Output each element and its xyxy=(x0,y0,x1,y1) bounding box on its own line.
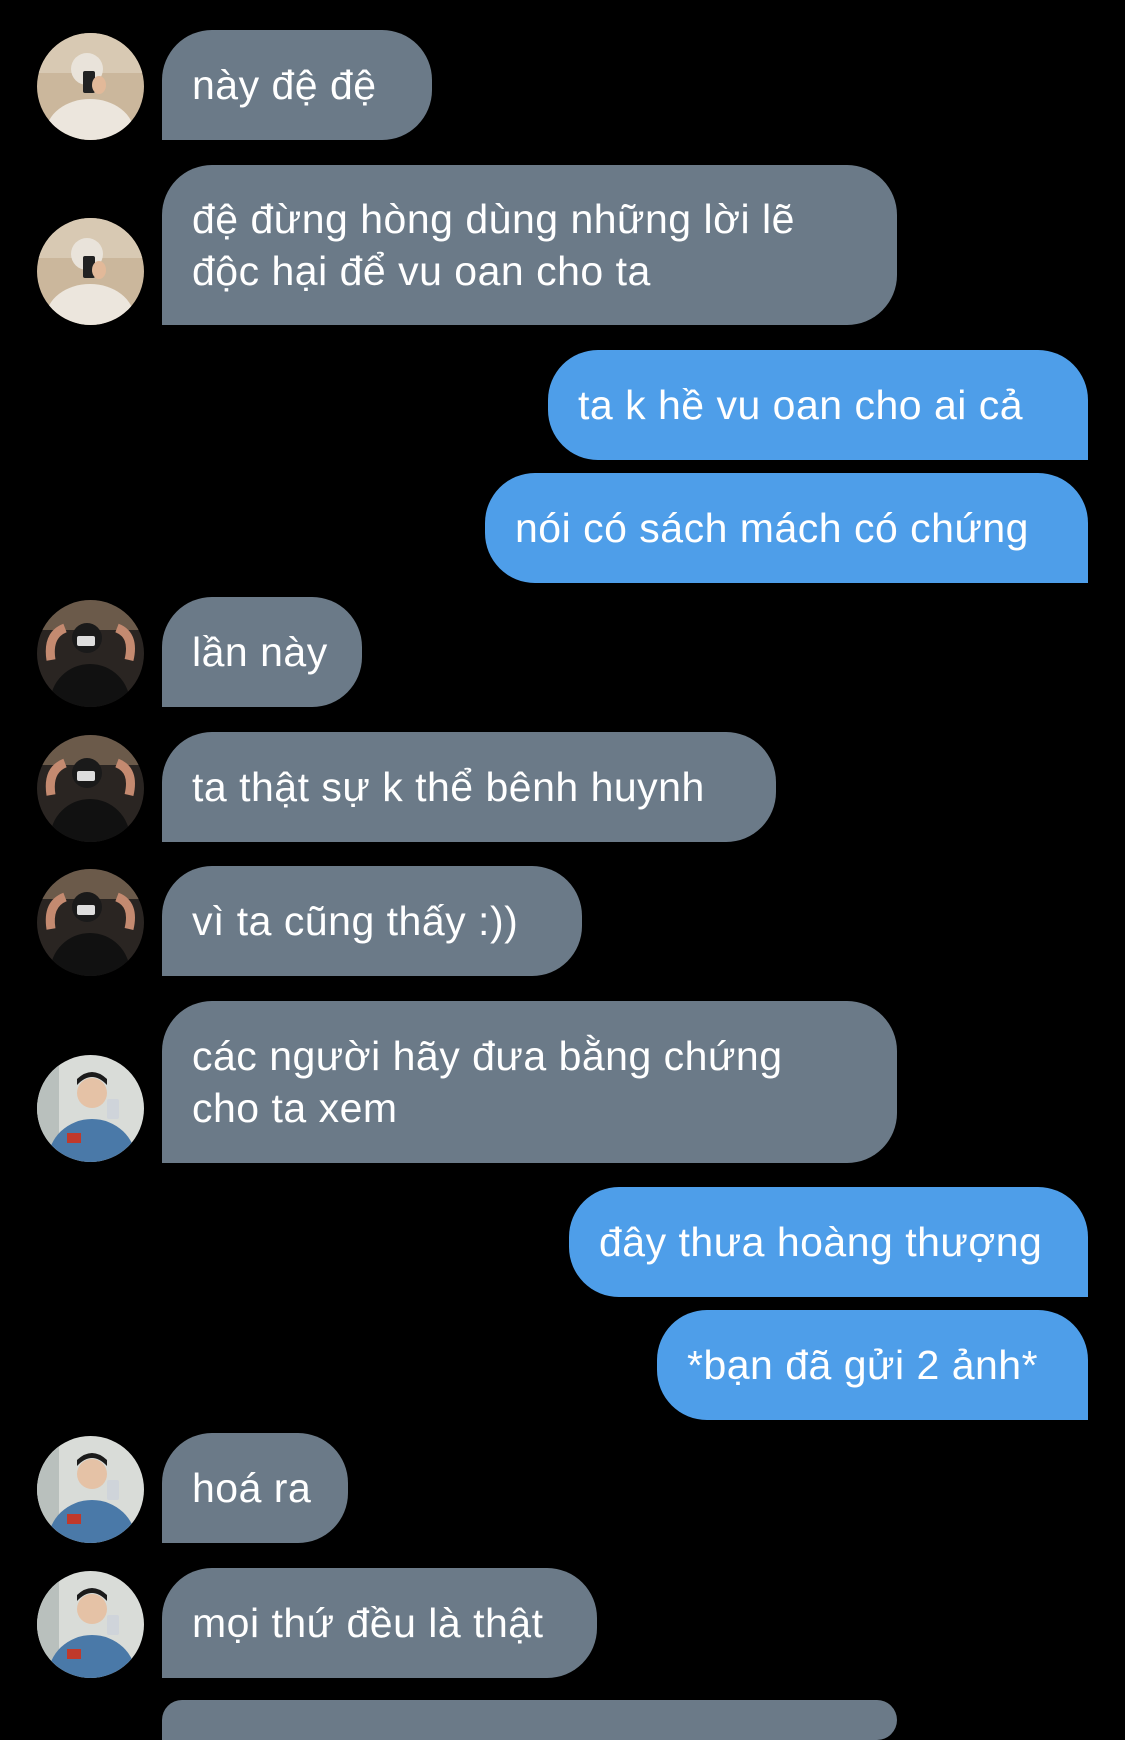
message-text: hoá ra xyxy=(192,1465,312,1511)
message-text: đệ đừng hòng dùng những lời lẽ độc hại đ… xyxy=(192,196,795,294)
message-text: vì ta cũng thấy :)) xyxy=(192,898,519,944)
avatar[interactable] xyxy=(37,1055,144,1162)
message-text: lần này xyxy=(192,629,328,675)
message-bubble-outgoing[interactable]: nói có sách mách có chứng xyxy=(485,473,1088,583)
message-text: ta thật sự k thể bênh huynh xyxy=(192,764,705,810)
message-bubble-incoming[interactable]: lần này xyxy=(162,597,362,707)
message-row: mọi thứ đều là thật xyxy=(0,1568,1125,1678)
message-row: *bạn đã gửi 2 ảnh* xyxy=(0,1310,1125,1420)
message-text: ta k hề vu oan cho ai cả xyxy=(578,382,1024,428)
avatar-b-icon xyxy=(37,600,144,707)
message-row: các người hãy đưa bằng chứng cho ta xem xyxy=(0,1001,1125,1163)
avatar-c-icon xyxy=(37,1571,144,1678)
avatar-a-icon xyxy=(37,33,144,140)
message-bubble-incoming[interactable]: vì ta cũng thấy :)) xyxy=(162,866,582,976)
chat-thread: này đệ đệ đệ đừng hòng dùng những lời lẽ… xyxy=(0,0,1125,1740)
avatar-a-icon xyxy=(37,218,144,325)
avatar-c-icon xyxy=(37,1055,144,1162)
message-bubble-incoming-partial[interactable] xyxy=(162,1700,897,1740)
message-row: lần này xyxy=(0,597,1125,707)
message-bubble-incoming[interactable]: các người hãy đưa bằng chứng cho ta xem xyxy=(162,1001,897,1163)
message-row: đây thưa hoàng thượng xyxy=(0,1187,1125,1297)
avatar[interactable] xyxy=(37,1436,144,1543)
avatar[interactable] xyxy=(37,735,144,842)
avatar-b-icon xyxy=(37,869,144,976)
avatar[interactable] xyxy=(37,1571,144,1678)
message-bubble-incoming[interactable]: đệ đừng hòng dùng những lời lẽ độc hại đ… xyxy=(162,165,897,325)
avatar[interactable] xyxy=(37,218,144,325)
avatar[interactable] xyxy=(37,33,144,140)
message-bubble-incoming[interactable]: mọi thứ đều là thật xyxy=(162,1568,597,1678)
message-bubble-outgoing[interactable]: đây thưa hoàng thượng xyxy=(569,1187,1088,1297)
message-row: ta thật sự k thể bênh huynh xyxy=(0,732,1125,842)
message-row: đệ đừng hòng dùng những lời lẽ độc hại đ… xyxy=(0,165,1125,325)
avatar[interactable] xyxy=(37,869,144,976)
message-text: các người hãy đưa bằng chứng cho ta xem xyxy=(192,1033,783,1131)
message-row: hoá ra xyxy=(0,1433,1125,1543)
message-text: *bạn đã gửi 2 ảnh* xyxy=(687,1342,1039,1388)
message-row: ta k hề vu oan cho ai cả xyxy=(0,350,1125,460)
message-text: mọi thứ đều là thật xyxy=(192,1600,544,1646)
message-row: nói có sách mách có chứng xyxy=(0,473,1125,583)
message-bubble-incoming[interactable]: này đệ đệ xyxy=(162,30,432,140)
avatar[interactable] xyxy=(37,600,144,707)
message-text: này đệ đệ xyxy=(192,62,377,108)
avatar-b-icon xyxy=(37,735,144,842)
message-bubble-incoming[interactable]: hoá ra xyxy=(162,1433,348,1543)
avatar-c-icon xyxy=(37,1436,144,1543)
message-text: đây thưa hoàng thượng xyxy=(599,1219,1043,1265)
message-row: vì ta cũng thấy :)) xyxy=(0,866,1125,976)
message-text: nói có sách mách có chứng xyxy=(515,505,1029,551)
message-bubble-outgoing[interactable]: *bạn đã gửi 2 ảnh* xyxy=(657,1310,1088,1420)
message-row: này đệ đệ xyxy=(0,30,1125,140)
message-bubble-incoming[interactable]: ta thật sự k thể bênh huynh xyxy=(162,732,776,842)
message-bubble-outgoing[interactable]: ta k hề vu oan cho ai cả xyxy=(548,350,1088,460)
